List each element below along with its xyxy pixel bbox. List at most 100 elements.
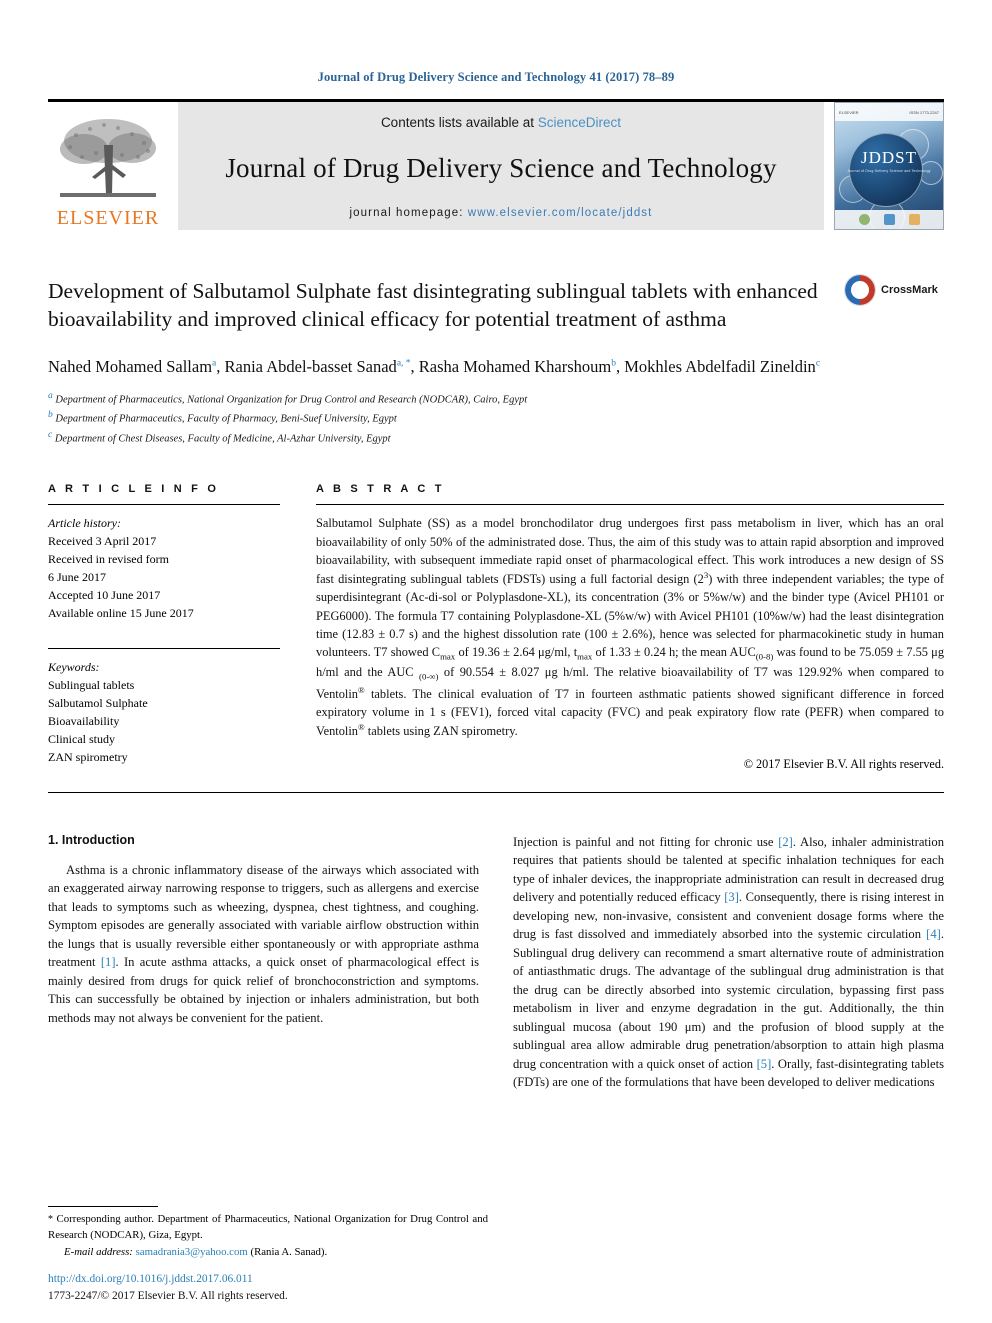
author-separator: , (616, 357, 625, 377)
affiliation-mark: a (48, 390, 53, 401)
paragraph-part: Injection is painful and not fitting for… (513, 834, 779, 849)
author-name: Mokhles Abdelfadil Zineldin (624, 357, 816, 377)
doi-block: http://dx.doi.org/10.1016/j.jddst.2017.0… (48, 1271, 508, 1305)
abstract-copyright: © 2017 Elsevier B.V. All rights reserved… (743, 756, 944, 771)
keywords-label: Keywords: (48, 660, 100, 675)
abstract-subscript: (0-8) (755, 651, 774, 662)
email-link[interactable]: samadrania3@yahoo.com (136, 1246, 248, 1258)
info-abstract-region: A R T I C L E I N F O Article history: R… (48, 483, 944, 772)
abstract-column: A B S T R A C T Salbutamol Sulphate (SS)… (316, 483, 944, 772)
title-block: Development of Salbutamol Sulphate fast … (48, 274, 944, 333)
crossmark-label: CrossMark (881, 284, 938, 296)
abstract-part: of 1.33 ± 0.24 h; the mean AUC (592, 645, 756, 660)
elsevier-tree-icon (56, 115, 160, 207)
crossmark-badge-group[interactable]: CrossMark (844, 274, 944, 306)
body-column-left: 1. Introduction Asthma is a chronic infl… (48, 833, 479, 1092)
keyword-item: Salbutamol Sulphate (48, 696, 148, 711)
article-info-column: A R T I C L E I N F O Article history: R… (48, 483, 280, 772)
paper-page: Journal of Drug Delivery Science and Tec… (0, 0, 992, 1323)
keyword-item: Sublingual tablets (48, 678, 135, 693)
cover-title: JDDST (860, 148, 917, 167)
crossmark-icon (844, 274, 876, 306)
corresponding-author-footnote: * Corresponding author. Department of Ph… (48, 1206, 488, 1261)
affiliation-item: a Department of Pharmaceutics, National … (48, 389, 944, 408)
body-columns: 1. Introduction Asthma is a chronic infl… (48, 833, 944, 1092)
article-history-label: Article history: (48, 516, 121, 531)
keyword-item: Bioavailability (48, 714, 120, 729)
citation-link[interactable]: [1] (101, 955, 116, 969)
article-history-item: 6 June 2017 (48, 570, 106, 585)
elsevier-wordmark: ELSEVIER (56, 207, 160, 229)
divider (316, 504, 944, 506)
keyword-item: Clinical study (48, 732, 115, 747)
author-affiliation-mark[interactable]: a, * (397, 359, 411, 369)
citation-link[interactable]: [2] (778, 835, 793, 849)
affiliation-text: Department of Pharmaceutics, National Or… (55, 394, 528, 406)
divider (48, 648, 280, 650)
cover-subtitle: Journal of Drug Delivery Science and Tec… (847, 169, 931, 173)
journal-cover-thumbnail[interactable]: ELSEVIER ISSN 1773-2247 JDDST Journal of… (834, 102, 944, 230)
divider (48, 504, 280, 506)
citation-link[interactable]: [3] (724, 890, 739, 904)
cover-bottombar (835, 210, 943, 229)
abstract-part: tablets using ZAN spirometry. (364, 724, 518, 739)
cover-topbar: ELSEVIER ISSN 1773-2247 (835, 103, 943, 121)
cover-topbar-right: ISSN 1773-2247 (909, 109, 939, 115)
journal-title: Journal of Drug Delivery Science and Tec… (225, 153, 777, 183)
paragraph-part: Asthma is a chronic inflammatory disease… (48, 862, 479, 970)
masthead-center: Contents lists available at ScienceDirec… (178, 102, 824, 230)
article-history-item: Received in revised form (48, 552, 169, 567)
cover-logo-icon (858, 214, 870, 225)
author-name: Rasha Mohamed Kharshoum (418, 357, 612, 377)
sciencedirect-link[interactable]: ScienceDirect (538, 115, 621, 130)
author-name: Nahed Mohamed Sallam (48, 357, 213, 377)
email-owner: (Rania A. Sanad). (250, 1245, 328, 1258)
corresponding-author-detail: Corresponding author. Department of Phar… (48, 1213, 488, 1242)
affiliation-text: Department of Chest Diseases, Faculty of… (54, 433, 391, 445)
affiliation-text: Department of Pharmaceutics, Faculty of … (55, 413, 397, 425)
author-name: Rania Abdel-basset Sanad (224, 357, 397, 377)
author-separator: , (216, 357, 225, 377)
abstract-heading: A B S T R A C T (316, 483, 445, 496)
abstract-part: of 19.36 ± 2.64 μg/ml, t (455, 645, 578, 660)
article-history-item: Received 3 April 2017 (48, 534, 157, 549)
keyword-item: ZAN spirometry (48, 750, 128, 765)
paragraph-part: . Sublingual drug delivery can recommend… (513, 927, 944, 1071)
registered-mark: ® (358, 684, 365, 695)
contents-prefix: Contents lists available at (380, 115, 538, 130)
section-heading-introduction: 1. Introduction (48, 832, 135, 847)
article-history-item: Available online 15 June 2017 (48, 606, 194, 621)
article-history-item: Accepted 10 June 2017 (48, 588, 161, 603)
contents-available-line: Contents lists available at ScienceDirec… (381, 115, 621, 130)
cover-topbar-left: ELSEVIER (839, 109, 859, 115)
journal-masthead: ELSEVIER Contents lists available at Sci… (48, 99, 944, 230)
abstract-subscript: max (577, 651, 593, 662)
homepage-prefix: journal homepage: (349, 207, 468, 219)
journal-homepage-link[interactable]: www.elsevier.com/locate/jddst (468, 207, 653, 219)
divider (48, 1206, 158, 1208)
abstract-subscript: (0-∞) (419, 671, 439, 682)
paragraph: Asthma is a chronic inflammatory disease… (48, 861, 479, 1028)
author-affiliation-mark: c (815, 358, 821, 369)
abstract-text: Salbutamol Sulphate (SS) as a model bron… (316, 514, 944, 741)
abstract-subscript: max (440, 651, 456, 662)
affiliation-item: b Department of Pharmaceutics, Faculty o… (48, 408, 944, 427)
elsevier-logo: ELSEVIER (48, 102, 168, 230)
email-label: E-mail address: (64, 1245, 133, 1258)
article-info-heading: A R T I C L E I N F O (48, 483, 220, 496)
affiliation-mark: c (48, 429, 53, 440)
corresponding-author-text: * Corresponding author. Department of Ph… (48, 1212, 488, 1243)
affiliation-item: c Department of Chest Diseases, Faculty … (48, 428, 944, 447)
citation-link[interactable]: [4] (926, 927, 941, 941)
running-head: Journal of Drug Delivery Science and Tec… (317, 70, 675, 84)
cover-logo-icon (883, 214, 895, 225)
author-separator: , (410, 357, 419, 377)
citation-link[interactable]: [5] (757, 1057, 772, 1071)
registered-mark: ® (358, 722, 365, 733)
divider (48, 791, 944, 793)
article-title: Development of Salbutamol Sulphate fast … (48, 279, 818, 331)
email-line: E-mail address: samadrania3@yahoo.com (R… (48, 1244, 488, 1261)
body-column-right: Injection is painful and not fitting for… (513, 833, 944, 1092)
affiliation-mark: b (48, 410, 53, 421)
doi-link[interactable]: http://dx.doi.org/10.1016/j.jddst.2017.0… (48, 1271, 508, 1288)
